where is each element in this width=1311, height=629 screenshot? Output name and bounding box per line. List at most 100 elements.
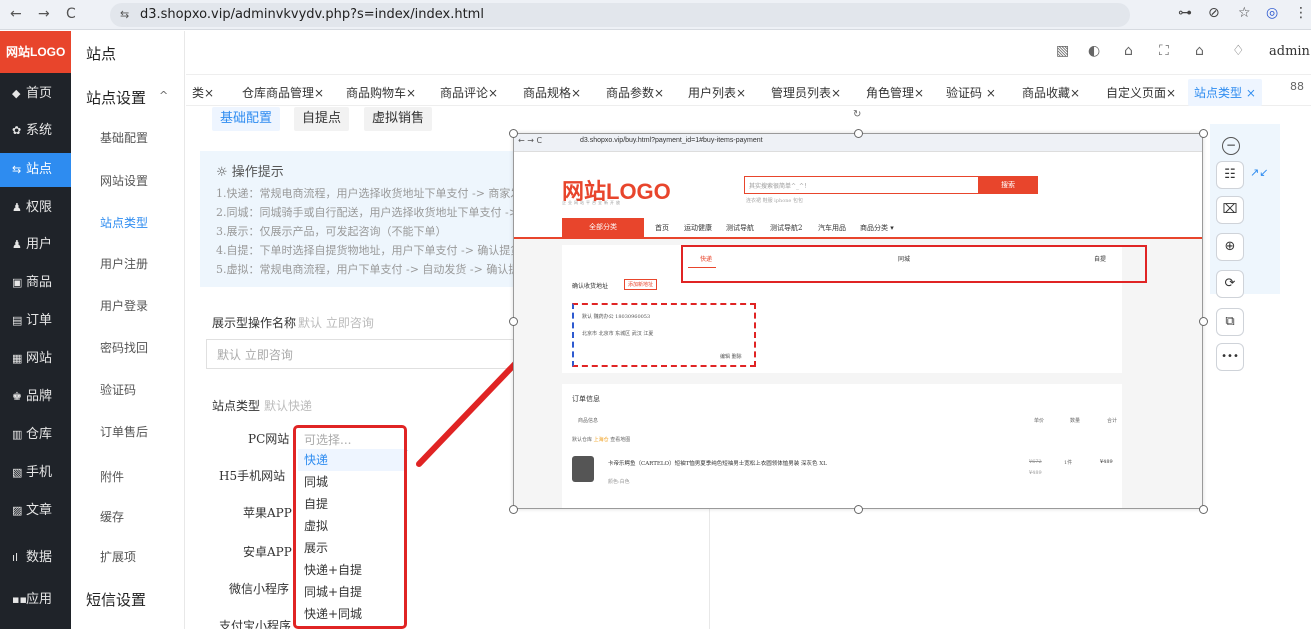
sidebar-item-mobile[interactable]: ▧ 手机 — [0, 456, 71, 490]
sidebar-item-home[interactable]: ◆ 首页 — [0, 77, 71, 111]
reload-icon[interactable]: C — [66, 6, 76, 22]
product-name: 卡帝乐鳄鱼（CARTELO）短袖T恤男夏季纯色短袖男士宽松上衣圆领体恤男装 深灰… — [608, 461, 827, 467]
tab-virtual-sales[interactable]: 虚拟销售 — [364, 107, 433, 131]
sidebar-item-site[interactable]: ⇆ 站点 — [0, 153, 71, 187]
sidebar-item-label: 站点 — [26, 162, 53, 177]
browser-menu-icon[interactable]: ⋮ — [1294, 5, 1308, 21]
bell-icon[interactable]: ♢ — [1232, 43, 1245, 59]
screen-icon[interactable]: ▧ — [1056, 43, 1069, 59]
crop-icon[interactable]: ⌧ — [1216, 196, 1244, 224]
profile-icon[interactable]: ◎ — [1266, 5, 1278, 21]
url-text[interactable]: d3.shopxo.vip/adminvkvydv.php?s=index/in… — [140, 7, 484, 22]
home-icon[interactable]: ⌂ — [1195, 43, 1204, 59]
resize-handle-bottom-right[interactable] — [1199, 505, 1208, 514]
tab-category[interactable]: 类× — [192, 84, 214, 101]
theme-icon[interactable]: ◐ — [1088, 43, 1100, 59]
star-icon[interactable]: ☆ — [1238, 5, 1251, 21]
sidebar-item-label: 应用 — [26, 592, 53, 607]
subnav-item-user-login[interactable]: 用户登录 — [100, 297, 148, 314]
text-wrap-icon[interactable]: ☷ — [1216, 161, 1244, 189]
eye-off-icon[interactable]: ⊘ — [1208, 5, 1220, 21]
address-bar[interactable]: ⇆ d3.shopxo.vip/adminvkvydv.php?s=index/… — [110, 3, 1130, 27]
resize-handle-top[interactable] — [854, 129, 863, 138]
page-tabs: 类× 仓库商品管理× 商品购物车× 商品评论× 商品规格× 商品参数× 用户列表… — [186, 76, 1311, 106]
subnav-item-cache[interactable]: 缓存 — [100, 508, 124, 525]
resize-handle-top-right[interactable] — [1199, 129, 1208, 138]
subnav-item-user-register[interactable]: 用户注册 — [100, 255, 148, 272]
tip-line: 5.虚拟：常规电商流程，用户下单支付 -> 自动发货 -> 确认提 — [216, 263, 520, 276]
sidebar-item-order[interactable]: ▤ 订单 — [0, 304, 71, 338]
sidebar-item-data[interactable]: ıl 数据 — [0, 541, 71, 575]
tip-line: 3.展示：仅展示产品，可发起咨询（不能下单） — [216, 225, 447, 238]
tab-goods-params[interactable]: 商品参数× — [606, 84, 664, 101]
forward-icon[interactable]: → — [38, 6, 50, 22]
tabs-more-icon[interactable]: 88 — [1290, 80, 1304, 93]
product-quantity: 1件 — [1064, 460, 1073, 466]
tab-captcha[interactable]: 验证码 × — [946, 84, 996, 101]
site-logo[interactable]: 网站LOGO — [0, 31, 71, 73]
tab-goods-comments[interactable]: 商品评论× — [440, 84, 498, 101]
sidebar-item-permission[interactable]: ♟ 权限 — [0, 191, 71, 225]
column-qty: 数量 — [1070, 418, 1081, 424]
subnav-item-captcha[interactable]: 验证码 — [100, 381, 136, 398]
checkout-body: 快递 同城 自提 确认收货地址 添加新地址 默认 魏药办公 1803096005… — [514, 239, 1202, 508]
product-image — [572, 456, 594, 482]
resize-handle-right[interactable] — [1199, 317, 1208, 326]
warehouse-icon: ▥ — [12, 428, 23, 441]
tab-user-list[interactable]: 用户列表× — [688, 84, 746, 101]
tab-warehouse-goods[interactable]: 仓库商品管理× — [242, 84, 324, 101]
checkout-screenshot[interactable]: ← → C d3.shopxo.vip/buy.html?payment_id=… — [513, 133, 1203, 509]
sliders-icon: ⇆ — [12, 163, 22, 176]
subnav-item-password-recovery[interactable]: 密码找回 — [100, 339, 148, 356]
fullscreen-icon[interactable]: ⛶ — [1159, 43, 1169, 59]
zoom-in-icon[interactable]: ⊕ — [1216, 233, 1244, 261]
sidebar-item-app[interactable]: ▪▪应用 — [0, 583, 71, 617]
sidebar-item-user[interactable]: ♟ 用户 — [0, 228, 71, 262]
tab-role-management[interactable]: 角色管理× — [866, 84, 924, 101]
sidebar-item-label: 用户 — [26, 237, 53, 252]
subnav-item-site-type[interactable]: 站点类型 — [100, 214, 148, 231]
subnav-item-site-settings[interactable]: 网站设置 — [100, 172, 148, 189]
shop-menu-item: 汽车用品 — [818, 224, 846, 232]
tab-site-type[interactable]: 站点类型 × — [1188, 79, 1262, 106]
subnav-group-site-settings[interactable]: 站点设置 — [86, 87, 146, 108]
tab-custom-page[interactable]: 自定义页面× — [1106, 84, 1176, 101]
copy-image-icon[interactable]: ⧉ — [1216, 308, 1244, 336]
subnav-group-sms-settings[interactable]: 短信设置 — [86, 589, 146, 610]
tab-admin-list[interactable]: 管理员列表× — [771, 84, 841, 101]
minimize-icon[interactable]: − — [1222, 137, 1240, 155]
resize-handle-top-left[interactable] — [509, 129, 518, 138]
subnav-title: 站点 — [86, 45, 117, 63]
sidebar-item-system[interactable]: ✿ 系统 — [0, 114, 71, 148]
resize-handle-left[interactable] — [509, 317, 518, 326]
order-icon: ▤ — [12, 314, 23, 327]
sidebar-item-article[interactable]: ▨ 文章 — [0, 494, 71, 528]
sidebar-item-brand[interactable]: ♚ 品牌 — [0, 380, 71, 414]
more-icon[interactable]: ••• — [1216, 343, 1244, 371]
site-settings-icon[interactable]: ⇆ — [120, 8, 129, 21]
subnav-item-extension[interactable]: 扩展项 — [100, 548, 136, 565]
sidebar-item-goods[interactable]: ▣ 商品 — [0, 266, 71, 300]
shop-icon[interactable]: ⌂ — [1124, 43, 1133, 59]
resize-handle-bottom-left[interactable] — [509, 505, 518, 514]
admin-username[interactable]: admin — [1269, 44, 1310, 59]
chevron-up-icon[interactable]: ^ — [159, 89, 168, 102]
wechat-miniapp-label: 微信小程序 — [229, 582, 290, 596]
back-icon[interactable]: ← — [10, 6, 22, 22]
sidebar-item-website[interactable]: ▦ 网站 — [0, 342, 71, 376]
show-action-input[interactable]: 默认 立即咨询 — [206, 339, 516, 369]
tab-cart[interactable]: 商品购物车× — [346, 84, 416, 101]
resize-handle-bottom[interactable] — [854, 505, 863, 514]
subnav-item-attachment[interactable]: 附件 — [100, 468, 124, 485]
rotate-icon[interactable]: ⟳ — [1216, 270, 1244, 298]
key-icon[interactable]: ⊶ — [1178, 5, 1192, 21]
tab-goods-spec[interactable]: 商品规格× — [523, 84, 581, 101]
tab-goods-favorites[interactable]: 商品收藏× — [1022, 84, 1080, 101]
tab-basic-config[interactable]: 基础配置 — [212, 107, 281, 131]
sidebar-item-warehouse[interactable]: ▥ 仓库 — [0, 418, 71, 452]
subnav-item-after-sales[interactable]: 订单售后 — [100, 423, 148, 440]
rotate-handle-icon[interactable]: ↻ — [853, 109, 861, 120]
subnav-item-basic-config[interactable]: 基础配置 — [100, 129, 148, 146]
collapse-icon[interactable]: ↗↙ — [1250, 166, 1268, 179]
tab-pickup-point[interactable]: 自提点 — [294, 107, 350, 131]
